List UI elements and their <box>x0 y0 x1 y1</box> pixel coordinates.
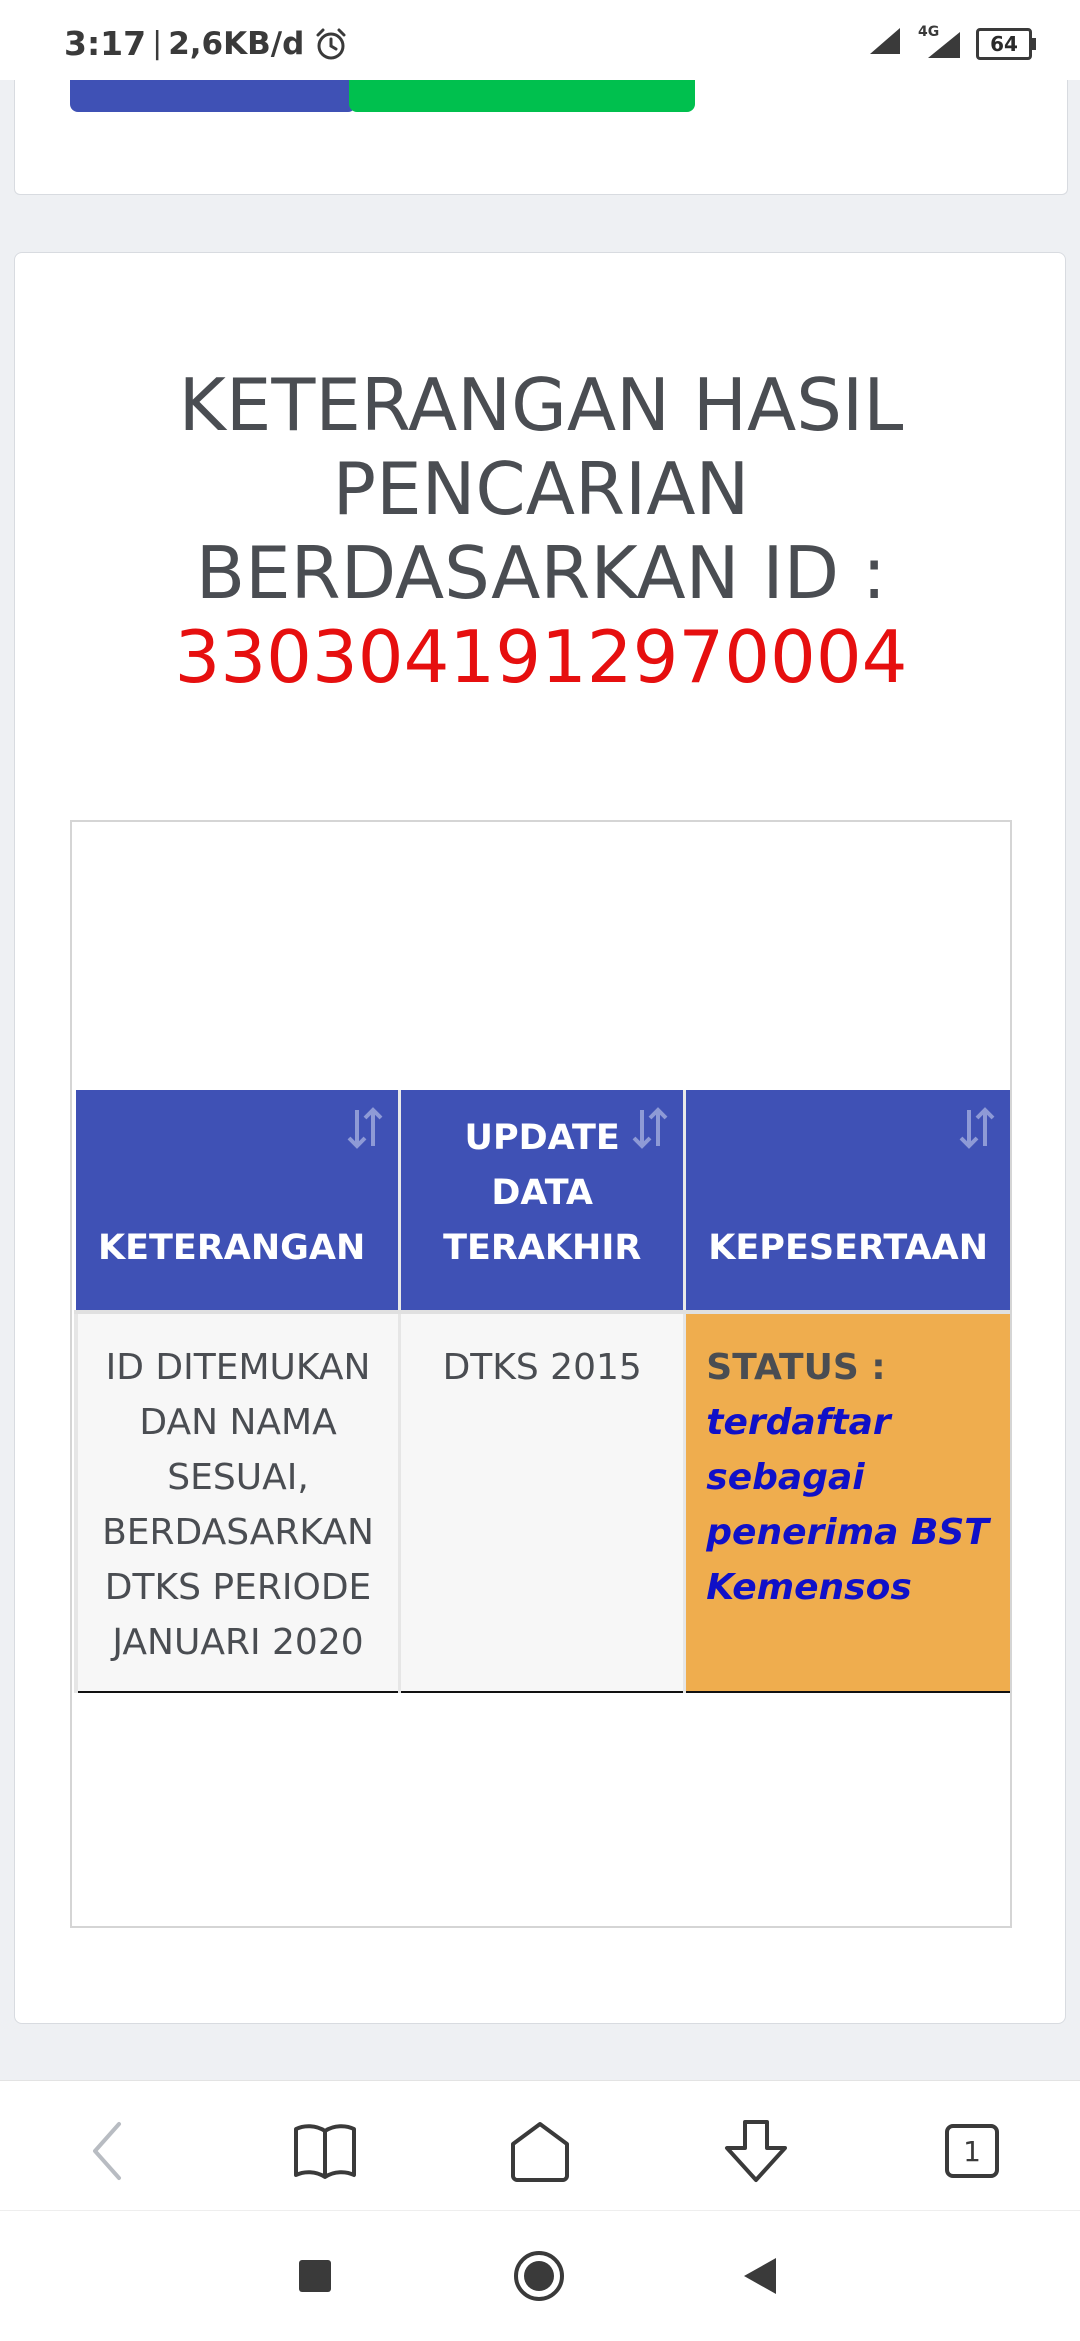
column-label: KEPESERTAAN <box>708 1228 988 1268</box>
column-label: UPDATE DATA TERAKHIR <box>443 1118 642 1268</box>
download-icon[interactable] <box>716 2111 796 2191</box>
result-title: KETERANGAN HASIL PENCARIAN BERDASARKAN I… <box>55 363 1027 699</box>
tabs-counter: 1 <box>945 2124 999 2178</box>
home-icon[interactable] <box>500 2111 580 2191</box>
alarm-icon <box>314 27 348 61</box>
result-card: KETERANGAN HASIL PENCARIAN BERDASARKAN I… <box>14 252 1066 2024</box>
battery-level: 64 <box>990 31 1018 56</box>
status-right: 4G 64 <box>868 24 1036 61</box>
status-bar: 3:17 | 2,6KB/d 4G 64 <box>0 0 1080 80</box>
table-header-row: KETERANGAN UPDATE DATA TERAKHIR KEPESERT… <box>76 1090 1010 1314</box>
sort-icon[interactable] <box>631 1106 669 1150</box>
tabs-icon[interactable]: 1 <box>932 2111 1012 2191</box>
status-separator: | <box>152 26 163 61</box>
android-nav-bar <box>0 2210 1080 2341</box>
tab-count: 1 <box>963 2134 981 2168</box>
battery-icon: 64 <box>976 27 1036 60</box>
column-label: KETERANGAN <box>98 1228 366 1268</box>
back-icon[interactable] <box>68 2111 148 2191</box>
network-speed: 2,6KB/d <box>168 25 305 62</box>
sort-icon[interactable] <box>346 1106 384 1150</box>
status-time: 3:17 <box>64 24 147 63</box>
result-table: KETERANGAN UPDATE DATA TERAKHIR KEPESERT… <box>74 1090 1010 1693</box>
bookmarks-icon[interactable] <box>285 2111 365 2191</box>
status-label: STATUS : <box>706 1347 886 1388</box>
status-value: terdaftar sebagai penerima BST Kemensos <box>706 1402 989 1608</box>
status-left: 3:17 | 2,6KB/d <box>64 24 348 63</box>
cell-keterangan: ID DITEMUKAN DAN NAMA SESUAI, BERDASARKA… <box>74 1312 402 1693</box>
cell-kepesertaan: STATUS : terdaftar sebagai penerima BST … <box>684 1312 1010 1693</box>
signal-icon <box>868 26 902 61</box>
back-triangle-icon[interactable] <box>730 2246 790 2306</box>
sort-icon[interactable] <box>958 1106 996 1150</box>
result-table-container: KETERANGAN UPDATE DATA TERAKHIR KEPESERT… <box>70 820 1012 1928</box>
result-id-number: 3303041912970004 <box>174 615 908 699</box>
column-header-update-data[interactable]: UPDATE DATA TERAKHIR <box>399 1090 687 1314</box>
result-title-text: KETERANGAN HASIL PENCARIAN BERDASARKAN I… <box>178 363 904 615</box>
network-signal-icon: 4G <box>916 24 962 60</box>
home-circle-icon[interactable] <box>509 2246 569 2306</box>
cell-update-data: DTKS 2015 <box>399 1312 687 1693</box>
column-header-kepesertaan[interactable]: KEPESERTAAN <box>684 1090 1010 1314</box>
recents-icon[interactable] <box>285 2246 345 2306</box>
table-row: ID DITEMUKAN DAN NAMA SESUAI, BERDASARKA… <box>74 1312 1010 1693</box>
column-header-keterangan[interactable]: KETERANGAN <box>76 1090 402 1314</box>
browser-toolbar: 1 <box>0 2080 1080 2211</box>
